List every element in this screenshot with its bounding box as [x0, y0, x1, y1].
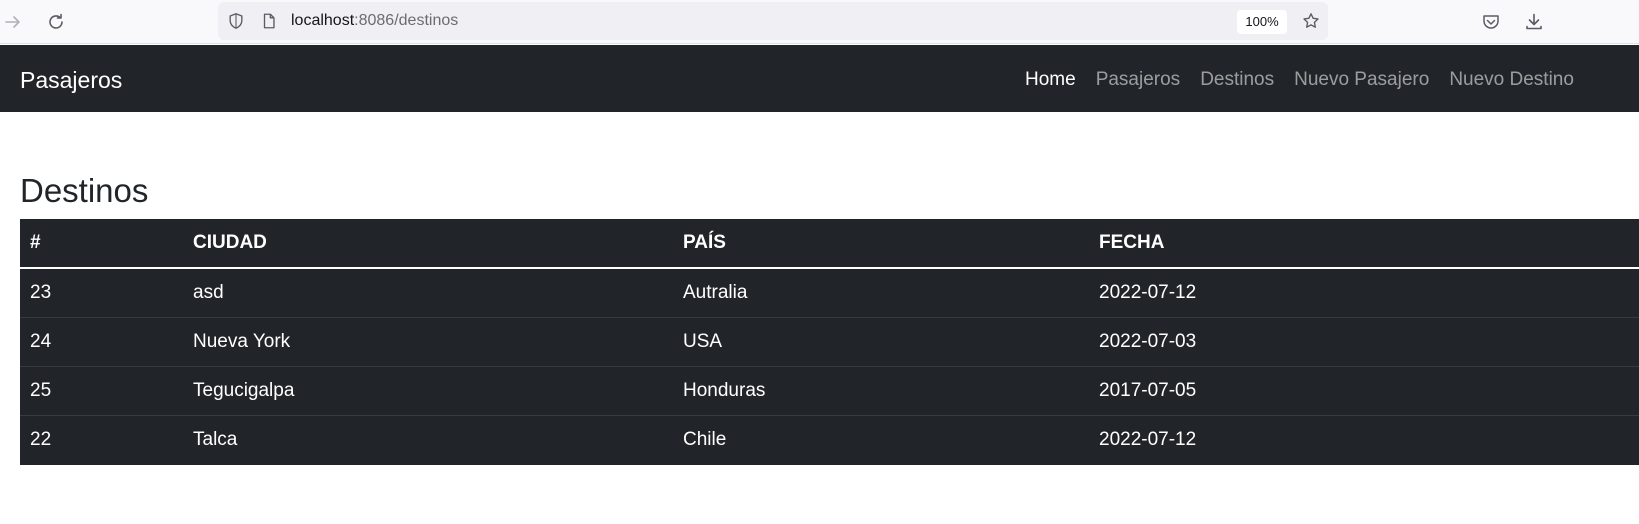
cell-ciudad: asd — [193, 282, 224, 303]
column-header-fecha: FECHA — [1099, 232, 1165, 253]
url-bar[interactable]: localhost:8086/destinos 100% — [218, 2, 1328, 40]
cell-ciudad: Nueva York — [193, 331, 291, 352]
cell-id: 25 — [30, 380, 52, 401]
table-row: 23 asd Autralia 2022-07-12 — [20, 268, 1639, 318]
table-row: 25 Tegucigalpa Honduras 2017-07-05 — [20, 367, 1639, 416]
url-host: localhost — [291, 12, 355, 29]
nav-link-pasajeros[interactable]: Pasajeros — [1086, 68, 1191, 94]
page-title: Destinos — [20, 172, 149, 209]
forward-icon[interactable] — [0, 9, 26, 35]
shield-icon[interactable] — [226, 11, 246, 31]
cell-id: 23 — [30, 282, 52, 303]
zoom-level-button[interactable]: 100% — [1237, 10, 1287, 34]
cell-fecha: 2022-07-12 — [1099, 429, 1197, 451]
nav-link-nuevo-pasajero[interactable]: Nuevo Pasajero — [1284, 68, 1439, 94]
destinos-table-container: # CIUDAD PAÍS FECHA 23 asd Autralia 2022… — [20, 219, 1639, 465]
nav-link-nuevo-destino[interactable]: Nuevo Destino — [1439, 68, 1584, 94]
nav-link-home[interactable]: Home — [1015, 68, 1086, 94]
column-header-id: # — [30, 232, 41, 253]
table-header-row: # CIUDAD PAÍS FECHA — [20, 219, 1639, 268]
url-path: :8086/destinos — [354, 12, 459, 29]
reload-icon[interactable] — [43, 9, 69, 35]
page-icon[interactable] — [259, 11, 279, 31]
table-row: 24 Nueva York USA 2022-07-03 — [20, 318, 1639, 367]
cell-ciudad: Talca — [193, 429, 238, 451]
cell-pais: USA — [683, 331, 723, 352]
column-header-ciudad: CIUDAD — [193, 232, 267, 253]
cell-ciudad: Tegucigalpa — [193, 380, 295, 401]
cell-fecha: 2017-07-05 — [1099, 380, 1197, 401]
navbar-brand[interactable]: Pasajeros — [20, 66, 122, 94]
cell-pais: Chile — [683, 429, 727, 451]
cell-id: 22 — [30, 429, 52, 451]
star-icon[interactable] — [1301, 11, 1321, 31]
url-text[interactable]: localhost:8086/destinos — [291, 12, 458, 30]
cell-pais: Autralia — [683, 282, 748, 303]
cell-id: 24 — [30, 331, 52, 352]
destinos-table: # CIUDAD PAÍS FECHA 23 asd Autralia 2022… — [20, 219, 1639, 465]
cell-pais: Honduras — [683, 380, 766, 401]
browser-toolbar: localhost:8086/destinos 100% — [0, 0, 1639, 44]
cell-fecha: 2022-07-12 — [1099, 282, 1197, 303]
pocket-icon[interactable] — [1478, 9, 1504, 35]
nav-links: Home Pasajeros Destinos Nuevo Pasajero N… — [1015, 68, 1584, 94]
column-header-pais: PAÍS — [683, 232, 726, 253]
download-icon[interactable] — [1521, 9, 1547, 35]
nav-link-destinos[interactable]: Destinos — [1190, 68, 1284, 94]
navbar: Pasajeros Home Pasajeros Destinos Nuevo … — [0, 45, 1639, 112]
cell-fecha: 2022-07-03 — [1099, 331, 1197, 352]
table-row: 22 Talca Chile 2022-07-12 — [20, 416, 1639, 465]
